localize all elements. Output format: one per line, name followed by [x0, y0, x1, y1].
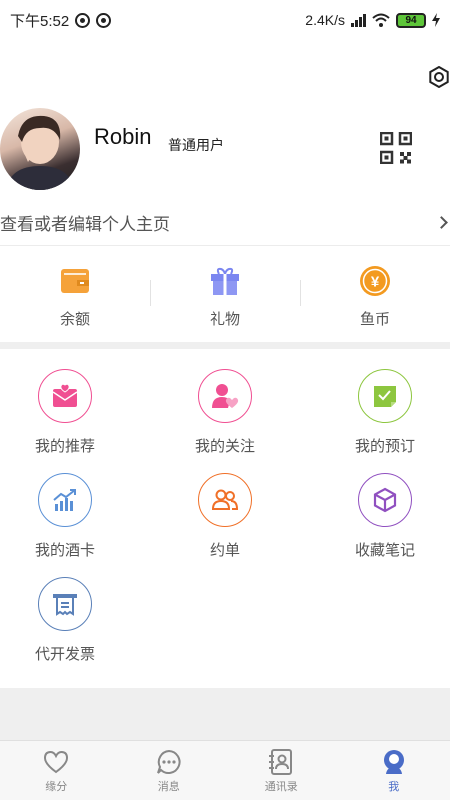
signal-icon: [351, 13, 366, 27]
wallet-label-balance: 余额: [59, 311, 90, 328]
menu-item-recommend[interactable]: 我的推荐: [0, 369, 130, 456]
menu-item-follow[interactable]: 我的关注: [160, 369, 290, 456]
status-right: 2.4K/s 94: [305, 12, 440, 28]
date-order-users-icon: [198, 473, 252, 527]
wallet-item-balance[interactable]: 余额: [0, 246, 150, 342]
notification-icon: [75, 12, 91, 28]
feature-menu: 我的推荐 我的关注 我的预订 我的酒卡 约单 收藏笔记 代开发票: [0, 349, 450, 688]
edit-profile-link[interactable]: 查看或者编辑个人主页: [0, 200, 450, 244]
user-name: Robin: [94, 124, 152, 149]
menu-label-invoice: 代开发票: [34, 646, 95, 663]
yuan-glyph: ¥: [371, 274, 380, 291]
menu-item-wine-card[interactable]: 我的酒卡: [0, 473, 130, 560]
menu-label-follow: 我的关注: [194, 438, 255, 455]
menu-label-wine-card: 我的酒卡: [34, 542, 95, 559]
battery-icon: 94: [396, 12, 426, 28]
contacts-icon: [267, 748, 295, 776]
notes-cube-icon: [358, 473, 412, 527]
notification-icon-2: [96, 12, 112, 28]
nav-label-fate: 缘分: [45, 780, 68, 793]
menu-item-date-order[interactable]: 约单: [160, 473, 290, 560]
message-icon: [155, 748, 183, 776]
booking-check-icon: [358, 369, 412, 423]
nav-item-fate[interactable]: 缘分: [0, 741, 113, 800]
wifi-icon: [372, 13, 390, 27]
wine-card-chart-icon: [38, 473, 92, 527]
bottom-nav: 缘分 消息 通讯录 我: [0, 740, 450, 800]
nav-label-me: 我: [388, 780, 400, 793]
wallet-label-gift: 礼物: [209, 311, 240, 328]
follow-user-heart-icon: [198, 369, 252, 423]
me-icon: [380, 748, 408, 776]
menu-item-booking[interactable]: 我的预订: [320, 369, 450, 456]
avatar[interactable]: [0, 108, 80, 190]
status-bar: 下午5:52 2.4K/s 94: [0, 0, 450, 40]
menu-label-booking: 我的预订: [354, 438, 415, 455]
nav-label-contacts: 通讯录: [264, 780, 298, 793]
qr-code-button[interactable]: [379, 131, 413, 165]
invoice-icon: [38, 577, 92, 631]
nav-item-messages[interactable]: 消息: [113, 741, 226, 800]
nav-label-messages: 消息: [157, 780, 180, 793]
charging-icon: [432, 13, 440, 27]
nav-item-contacts[interactable]: 通讯录: [225, 741, 338, 800]
profile-section: Robin 普通用户 查看或者编辑个人主页 余额 礼物 ¥ 鱼币: [0, 40, 450, 342]
wallet-row: 余额 礼物 ¥ 鱼币: [0, 246, 450, 342]
edit-profile-label: 查看或者编辑个人主页: [0, 214, 170, 234]
recommend-envelope-icon: [38, 369, 92, 423]
wallet-item-coins[interactable]: ¥ 鱼币: [300, 246, 450, 342]
network-speed: 2.4K/s: [305, 12, 345, 28]
yuan-coin-icon: ¥: [358, 264, 392, 298]
qr-code-icon: [379, 131, 413, 165]
wallet-item-gift[interactable]: 礼物: [150, 246, 300, 342]
menu-label-recommend: 我的推荐: [34, 438, 95, 455]
nav-item-me[interactable]: 我: [338, 741, 450, 800]
gear-icon: [429, 65, 449, 89]
status-left: 下午5:52: [10, 10, 112, 31]
menu-item-invoice[interactable]: 代开发票: [0, 577, 130, 664]
avatar-image: [6, 115, 74, 190]
chevron-right-icon: [435, 215, 448, 229]
menu-label-date-order: 约单: [209, 542, 240, 559]
status-time: 下午5:52: [10, 12, 70, 30]
heart-icon: [42, 748, 70, 776]
settings-button[interactable]: [428, 65, 450, 89]
user-role-badge: 普通用户: [168, 137, 224, 153]
menu-label-notes: 收藏笔记: [354, 542, 415, 559]
menu-item-notes[interactable]: 收藏笔记: [320, 473, 450, 560]
gift-icon: [208, 264, 242, 298]
wallet-icon: [58, 264, 92, 298]
wallet-label-coins: 鱼币: [359, 311, 390, 328]
